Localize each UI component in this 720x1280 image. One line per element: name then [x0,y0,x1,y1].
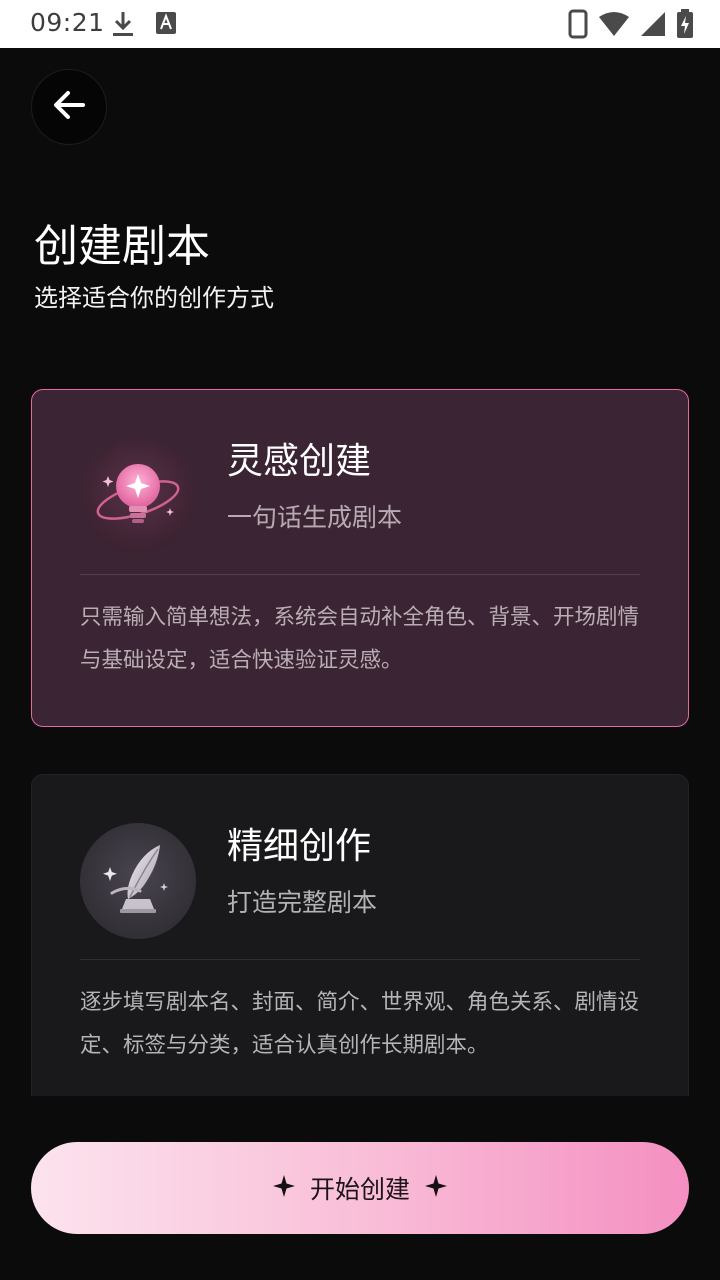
option-tagline: 打造完整剧本 [227,888,378,917]
option-card-inspiration[interactable]: 灵感创建 一句话生成剧本 只需输入简单想法，系统会自动补全角色、背景、开场剧情与… [31,389,689,727]
download-icon [112,10,134,42]
option-card-detailed[interactable]: 精细创作 打造完整剧本 逐步填写剧本名、封面、简介、世界观、角色关系、剧情设定、… [31,774,689,1096]
quill-pen-icon [80,823,196,939]
start-button-label: 开始创建 [309,1175,410,1204]
option-title: 精细创作 [227,826,372,867]
sparkle-icon [272,1174,296,1202]
card-divider [80,574,640,575]
accessibility-a-icon [156,12,176,38]
back-button[interactable] [31,69,107,145]
wifi-icon [598,11,630,41]
card-divider [80,959,640,960]
status-time: 09:21 [30,8,105,37]
phone-vibrate-icon [568,9,588,43]
lightbulb-sparkle-icon [80,438,196,554]
page-subtitle: 选择适合你的创作方式 [34,284,274,312]
sparkle-icon [424,1174,448,1202]
arrow-left-icon [49,85,89,129]
battery-charging-icon [676,9,694,43]
option-tagline: 一句话生成剧本 [227,503,403,532]
option-description: 逐步填写剧本名、封面、简介、世界观、角色关系、剧情设定、标签与分类，适合认真创作… [80,990,640,1058]
page-title: 创建剧本 [34,221,210,272]
signal-icon [640,11,666,41]
start-create-button[interactable]: 开始创建 [31,1142,689,1234]
status-bar: 09:21 [0,0,720,48]
option-title: 灵感创建 [227,441,372,482]
option-description: 只需输入简单想法，系统会自动补全角色、背景、开场剧情与基础设定，适合快速验证灵感… [80,605,640,673]
